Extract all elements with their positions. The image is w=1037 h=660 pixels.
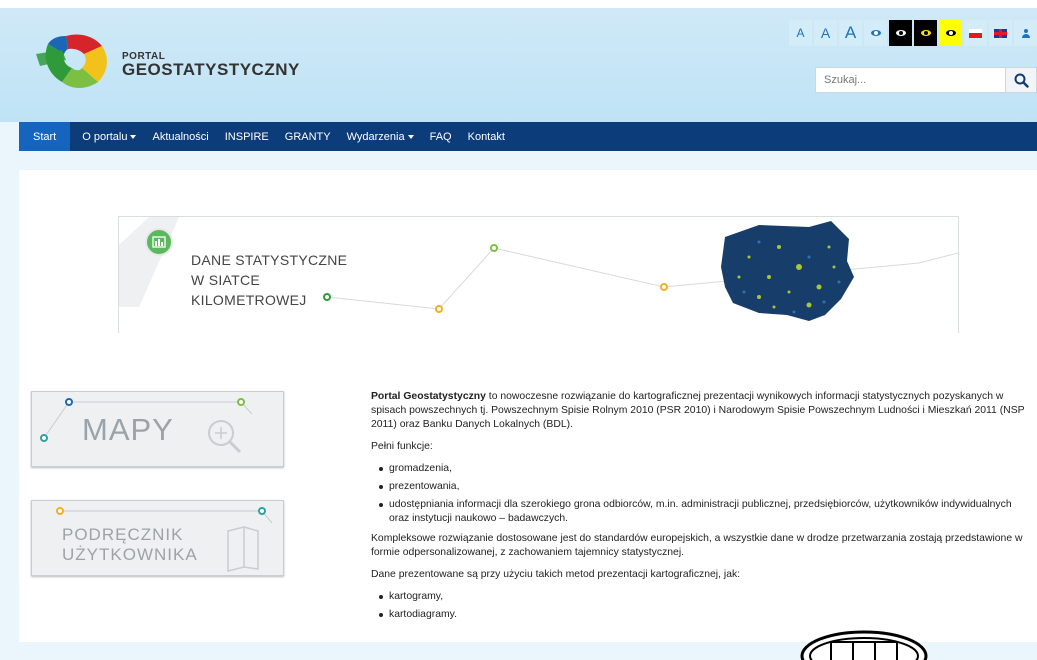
user-icon: [1021, 28, 1030, 38]
banner-title: DANE STATYSTYCZNE W SIATCE KILOMETROWEJ: [191, 250, 391, 310]
kilometer-grid-banner[interactable]: DANE STATYSTYCZNE W SIATCE KILOMETROWEJ: [118, 216, 959, 333]
nav-item-label: Kontakt: [467, 130, 505, 143]
accessibility-toolbar: A A A: [787, 20, 1037, 46]
functions-heading: Pełni funkcje:: [371, 441, 433, 452]
article-text: Portal Geostatystyczny to nowoczesne roz…: [371, 390, 1031, 628]
portal-logo[interactable]: [36, 32, 112, 88]
font-size-medium-button[interactable]: A: [814, 20, 837, 46]
nav-item-start[interactable]: Start: [19, 122, 71, 151]
search-bar: [815, 67, 1037, 93]
logo-text[interactable]: PORTAL GEOSTATYSTYCZNY: [122, 50, 300, 79]
nav-item-label: FAQ: [429, 130, 452, 143]
nav-item-label: Wydarzenia: [346, 130, 405, 143]
nav-item-label: INSPIRE: [224, 130, 269, 143]
caret-down-icon: [407, 134, 414, 139]
nav-item-label: O portalu: [82, 130, 128, 143]
user-login-button[interactable]: [1014, 20, 1037, 46]
podrecznik-line: PODRĘCZNIK: [62, 525, 184, 544]
language-pl-button[interactable]: [964, 20, 987, 46]
contrast-yellow-button[interactable]: [939, 20, 962, 46]
caret-down-icon: [130, 134, 137, 139]
list-item: gromadzenia,: [379, 462, 1031, 476]
functions-list: gromadzenia, prezentowania, udostępniani…: [371, 462, 1031, 526]
banner-line: W SIATCE: [191, 272, 261, 288]
language-en-button[interactable]: [989, 20, 1012, 46]
eye-icon: [945, 30, 956, 36]
logo-line2: GEOSTATYSTYCZNY: [122, 60, 300, 79]
list-item: kartogramy,: [379, 590, 1031, 604]
nav-item-label: GRANTY: [284, 130, 331, 143]
nav-item-faq[interactable]: FAQ: [422, 122, 460, 151]
nav-item-label: Aktualności: [152, 130, 209, 143]
mapy-button[interactable]: MAPY: [31, 391, 284, 467]
banner-line: DANE STATYSTYCZNE: [191, 252, 348, 268]
mapy-label: MAPY: [82, 412, 174, 447]
eye-icon: [895, 30, 906, 36]
nav-item-kontakt[interactable]: Kontakt: [460, 122, 513, 151]
podrecznik-label: PODRĘCZNIK UŻYTKOWNIKA: [62, 525, 198, 565]
podrecznik-line: UŻYTKOWNIKA: [62, 545, 198, 564]
stamp-graphic: [800, 630, 928, 660]
list-item: prezentowania,: [379, 480, 1031, 494]
list-item: udostępniania informacji dla szerokiego …: [379, 498, 1031, 526]
contrast-dark-yellow-button[interactable]: [914, 20, 937, 46]
intro-paragraph: Portal Geostatystyczny to nowoczesne roz…: [371, 390, 1031, 432]
font-size-small-button[interactable]: A: [789, 20, 812, 46]
list-item: kartodiagramy.: [379, 608, 1031, 622]
banner-line: KILOMETROWEJ: [191, 292, 307, 308]
main-nav: Start O portalu Aktualności INSPIRE GRAN…: [19, 122, 1037, 151]
methods-heading: Dane prezentowane są przy użyciu takich …: [371, 569, 741, 580]
uk-flag-icon: [994, 28, 1007, 38]
nav-item-label: Start: [33, 130, 57, 143]
font-size-large-button[interactable]: A: [839, 20, 862, 46]
nav-item-inspire[interactable]: INSPIRE: [217, 122, 277, 151]
methods-list: kartogramy, kartodiagramy.: [371, 590, 1031, 622]
header: PORTAL GEOSTATYSTYCZNY A A A: [0, 0, 1037, 122]
nav-item-granty[interactable]: GRANTY: [277, 122, 339, 151]
eye-icon: [870, 30, 881, 36]
eye-icon: [920, 30, 931, 36]
pl-flag-icon: [969, 28, 982, 38]
nav-item-wydarzenia[interactable]: Wydarzenia: [339, 122, 422, 151]
contrast-default-button[interactable]: [864, 20, 887, 46]
intro-bold: Portal Geostatystyczny: [371, 391, 486, 402]
podrecznik-button[interactable]: PODRĘCZNIK UŻYTKOWNIKA: [31, 500, 284, 576]
search-icon: [1014, 73, 1029, 88]
contrast-dark-button[interactable]: [889, 20, 912, 46]
para-standards: Kompleksowe rozwiązanie dostosowane jest…: [371, 533, 1023, 558]
search-input[interactable]: [815, 67, 1005, 93]
nav-item-aktualnosci[interactable]: Aktualności: [144, 122, 216, 151]
nav-item-o-portalu[interactable]: O portalu: [74, 122, 144, 151]
search-button[interactable]: [1005, 67, 1037, 93]
